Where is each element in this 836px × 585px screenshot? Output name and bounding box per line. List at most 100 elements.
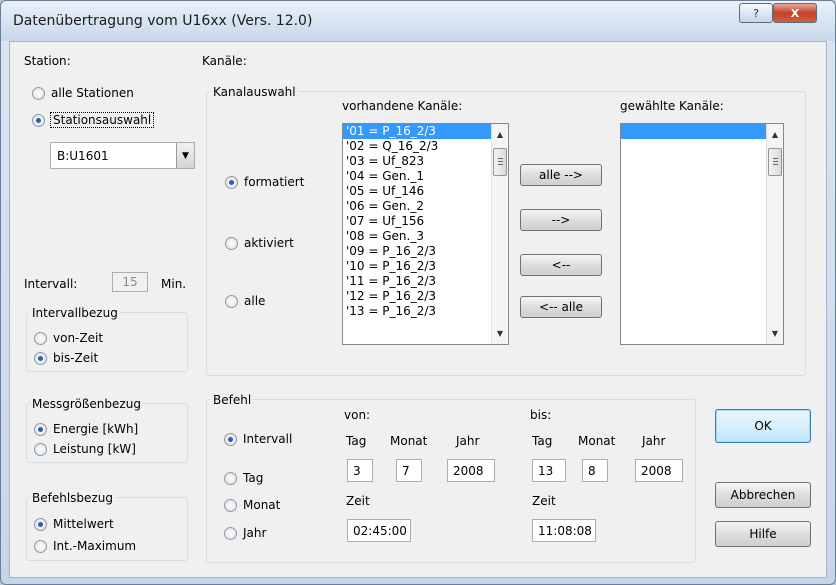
bis-jahr-input[interactable]: 2008 [635, 459, 683, 482]
bis-monat-input[interactable]: 8 [582, 459, 608, 482]
list-item[interactable]: '07 = Uf_156 [343, 214, 508, 229]
list-item[interactable]: '03 = Uf_823 [343, 154, 508, 169]
befehlsbezug-legend: Befehlsbezug [30, 491, 115, 505]
channels-label: Kanäle: [202, 54, 247, 68]
available-channels-list[interactable]: '01 = P_16_2/3'02 = Q_16_2/3'03 = Uf_823… [342, 123, 509, 345]
scroll-down-icon[interactable]: ▼ [767, 325, 783, 342]
scrollbar-thumb[interactable] [493, 148, 507, 176]
von-tag-value: 3 [353, 463, 361, 478]
von-jahr-input[interactable]: 2008 [447, 459, 495, 482]
station-label: Station: [24, 54, 71, 68]
ok-button[interactable]: OK [715, 409, 811, 443]
radio-station-select[interactable]: Stationsauswahl [32, 112, 155, 128]
selected-channels-list[interactable]: ▲ ▼ [620, 123, 784, 345]
selected-channels-items [621, 124, 783, 139]
radio-circle-icon [224, 526, 237, 540]
messgroessenbezug-legend: Messgrößenbezug [30, 397, 143, 411]
bis-tag-value: 13 [538, 463, 554, 478]
bis-tag-input[interactable]: 13 [532, 459, 566, 482]
radio-all-stations-label: alle Stationen [51, 86, 134, 100]
radio-monat[interactable]: Monat [224, 498, 280, 512]
scroll-down-icon[interactable]: ▼ [492, 325, 508, 342]
radio-mittelwert[interactable]: Mittelwert [34, 517, 114, 531]
available-channels-scrollbar[interactable]: ▲ ▼ [491, 124, 508, 344]
scrollbar-thumb[interactable] [768, 148, 782, 176]
grip-line [498, 164, 503, 165]
kanalauswahl-legend: Kanalauswahl [211, 85, 298, 99]
ok-label: OK [754, 419, 772, 433]
bis-monat-label: Monat [578, 434, 616, 448]
radio-energie[interactable]: Energie [kWh] [34, 422, 138, 436]
radio-leistung[interactable]: Leistung [kW] [34, 442, 136, 456]
title-bar: Datenübertragung vom U16xx (Vers. 12.0) … [1, 1, 835, 41]
move-all-right-button[interactable]: alle --> [520, 164, 602, 186]
radio-bis-zeit-label: bis-Zeit [53, 351, 99, 365]
interval-value: 15 [122, 275, 138, 289]
list-item[interactable]: '11 = P_16_2/3 [343, 274, 508, 289]
list-item[interactable] [621, 124, 783, 139]
radio-jahr[interactable]: Jahr [224, 526, 266, 540]
close-button[interactable]: X [773, 3, 817, 23]
help-label: Hilfe [749, 527, 777, 541]
list-item[interactable]: '08 = Gen._3 [343, 229, 508, 244]
list-item[interactable]: '13 = P_16_2/3 [343, 304, 508, 319]
von-jahr-value: 2008 [453, 463, 484, 478]
close-icon: X [790, 6, 800, 20]
bis-monat-value: 8 [588, 463, 596, 478]
radio-von-zeit[interactable]: von-Zeit [34, 331, 103, 345]
radio-tag[interactable]: Tag [224, 471, 263, 485]
radio-bis-zeit[interactable]: bis-Zeit [34, 351, 98, 365]
station-combobox-value: B:U1601 [57, 149, 109, 163]
interval-input[interactable]: 15 [112, 272, 148, 292]
radio-int-maximum[interactable]: Int.-Maximum [34, 539, 136, 553]
cancel-button[interactable]: Abbrechen [715, 482, 811, 508]
list-item[interactable]: '09 = P_16_2/3 [343, 244, 508, 259]
selected-channels-scrollbar[interactable]: ▲ ▼ [766, 124, 783, 344]
radio-intervall[interactable]: Intervall [224, 432, 292, 446]
list-item[interactable]: '05 = Uf_146 [343, 184, 508, 199]
bis-jahr-label: Jahr [642, 434, 666, 448]
radio-circle-icon [225, 236, 238, 250]
radio-alle-label: alle [244, 294, 266, 308]
radio-monat-label: Monat [243, 498, 281, 512]
radio-circle-icon [224, 498, 237, 512]
list-item[interactable]: '06 = Gen._2 [343, 199, 508, 214]
bis-label: bis: [530, 408, 552, 422]
move-right-button[interactable]: --> [520, 209, 602, 231]
move-all-right-label: alle --> [539, 168, 583, 182]
grip-line [773, 161, 778, 162]
cancel-label: Abbrechen [730, 488, 796, 502]
von-tag-label: Tag [346, 434, 367, 448]
move-all-left-button[interactable]: <-- alle [520, 296, 602, 318]
help-button[interactable]: Hilfe [715, 521, 811, 547]
scroll-up-icon[interactable]: ▲ [767, 126, 783, 143]
radio-selected-icon [224, 432, 237, 446]
von-zeit-input[interactable]: 02:45:00 [347, 519, 411, 542]
available-channels-header: vorhandene Kanäle: [342, 99, 463, 113]
radio-circle-icon [32, 86, 45, 100]
list-item[interactable]: '10 = P_16_2/3 [343, 259, 508, 274]
chevron-down-icon[interactable]: ▼ [176, 143, 194, 168]
radio-selected-icon [34, 351, 47, 365]
scroll-up-icon[interactable]: ▲ [492, 126, 508, 143]
befehl-legend: Befehl [211, 393, 254, 407]
station-combobox[interactable]: B:U1601 ▼ [50, 142, 195, 169]
radio-all-stations[interactable]: alle Stationen [32, 86, 134, 100]
radio-formatiert[interactable]: formatiert [225, 175, 304, 189]
von-monat-input[interactable]: 7 [396, 459, 422, 482]
radio-aktiviert[interactable]: aktiviert [225, 236, 294, 250]
move-all-left-label: <-- alle [539, 300, 583, 314]
bis-zeit-value: 11:08:08 [538, 523, 592, 538]
list-item[interactable]: '01 = P_16_2/3 [343, 124, 508, 139]
available-channels-items: '01 = P_16_2/3'02 = Q_16_2/3'03 = Uf_823… [343, 124, 508, 319]
move-left-button[interactable]: <-- [520, 254, 602, 276]
von-tag-input[interactable]: 3 [347, 459, 373, 482]
radio-alle[interactable]: alle [225, 294, 265, 308]
list-item[interactable]: '02 = Q_16_2/3 [343, 139, 508, 154]
help-titlebar-button[interactable]: ? [739, 3, 773, 23]
bis-zeit-input[interactable]: 11:08:08 [532, 519, 596, 542]
list-item[interactable]: '04 = Gen._1 [343, 169, 508, 184]
grip-line [773, 164, 778, 165]
list-item[interactable]: '12 = P_16_2/3 [343, 289, 508, 304]
interval-unit: Min. [161, 277, 187, 291]
